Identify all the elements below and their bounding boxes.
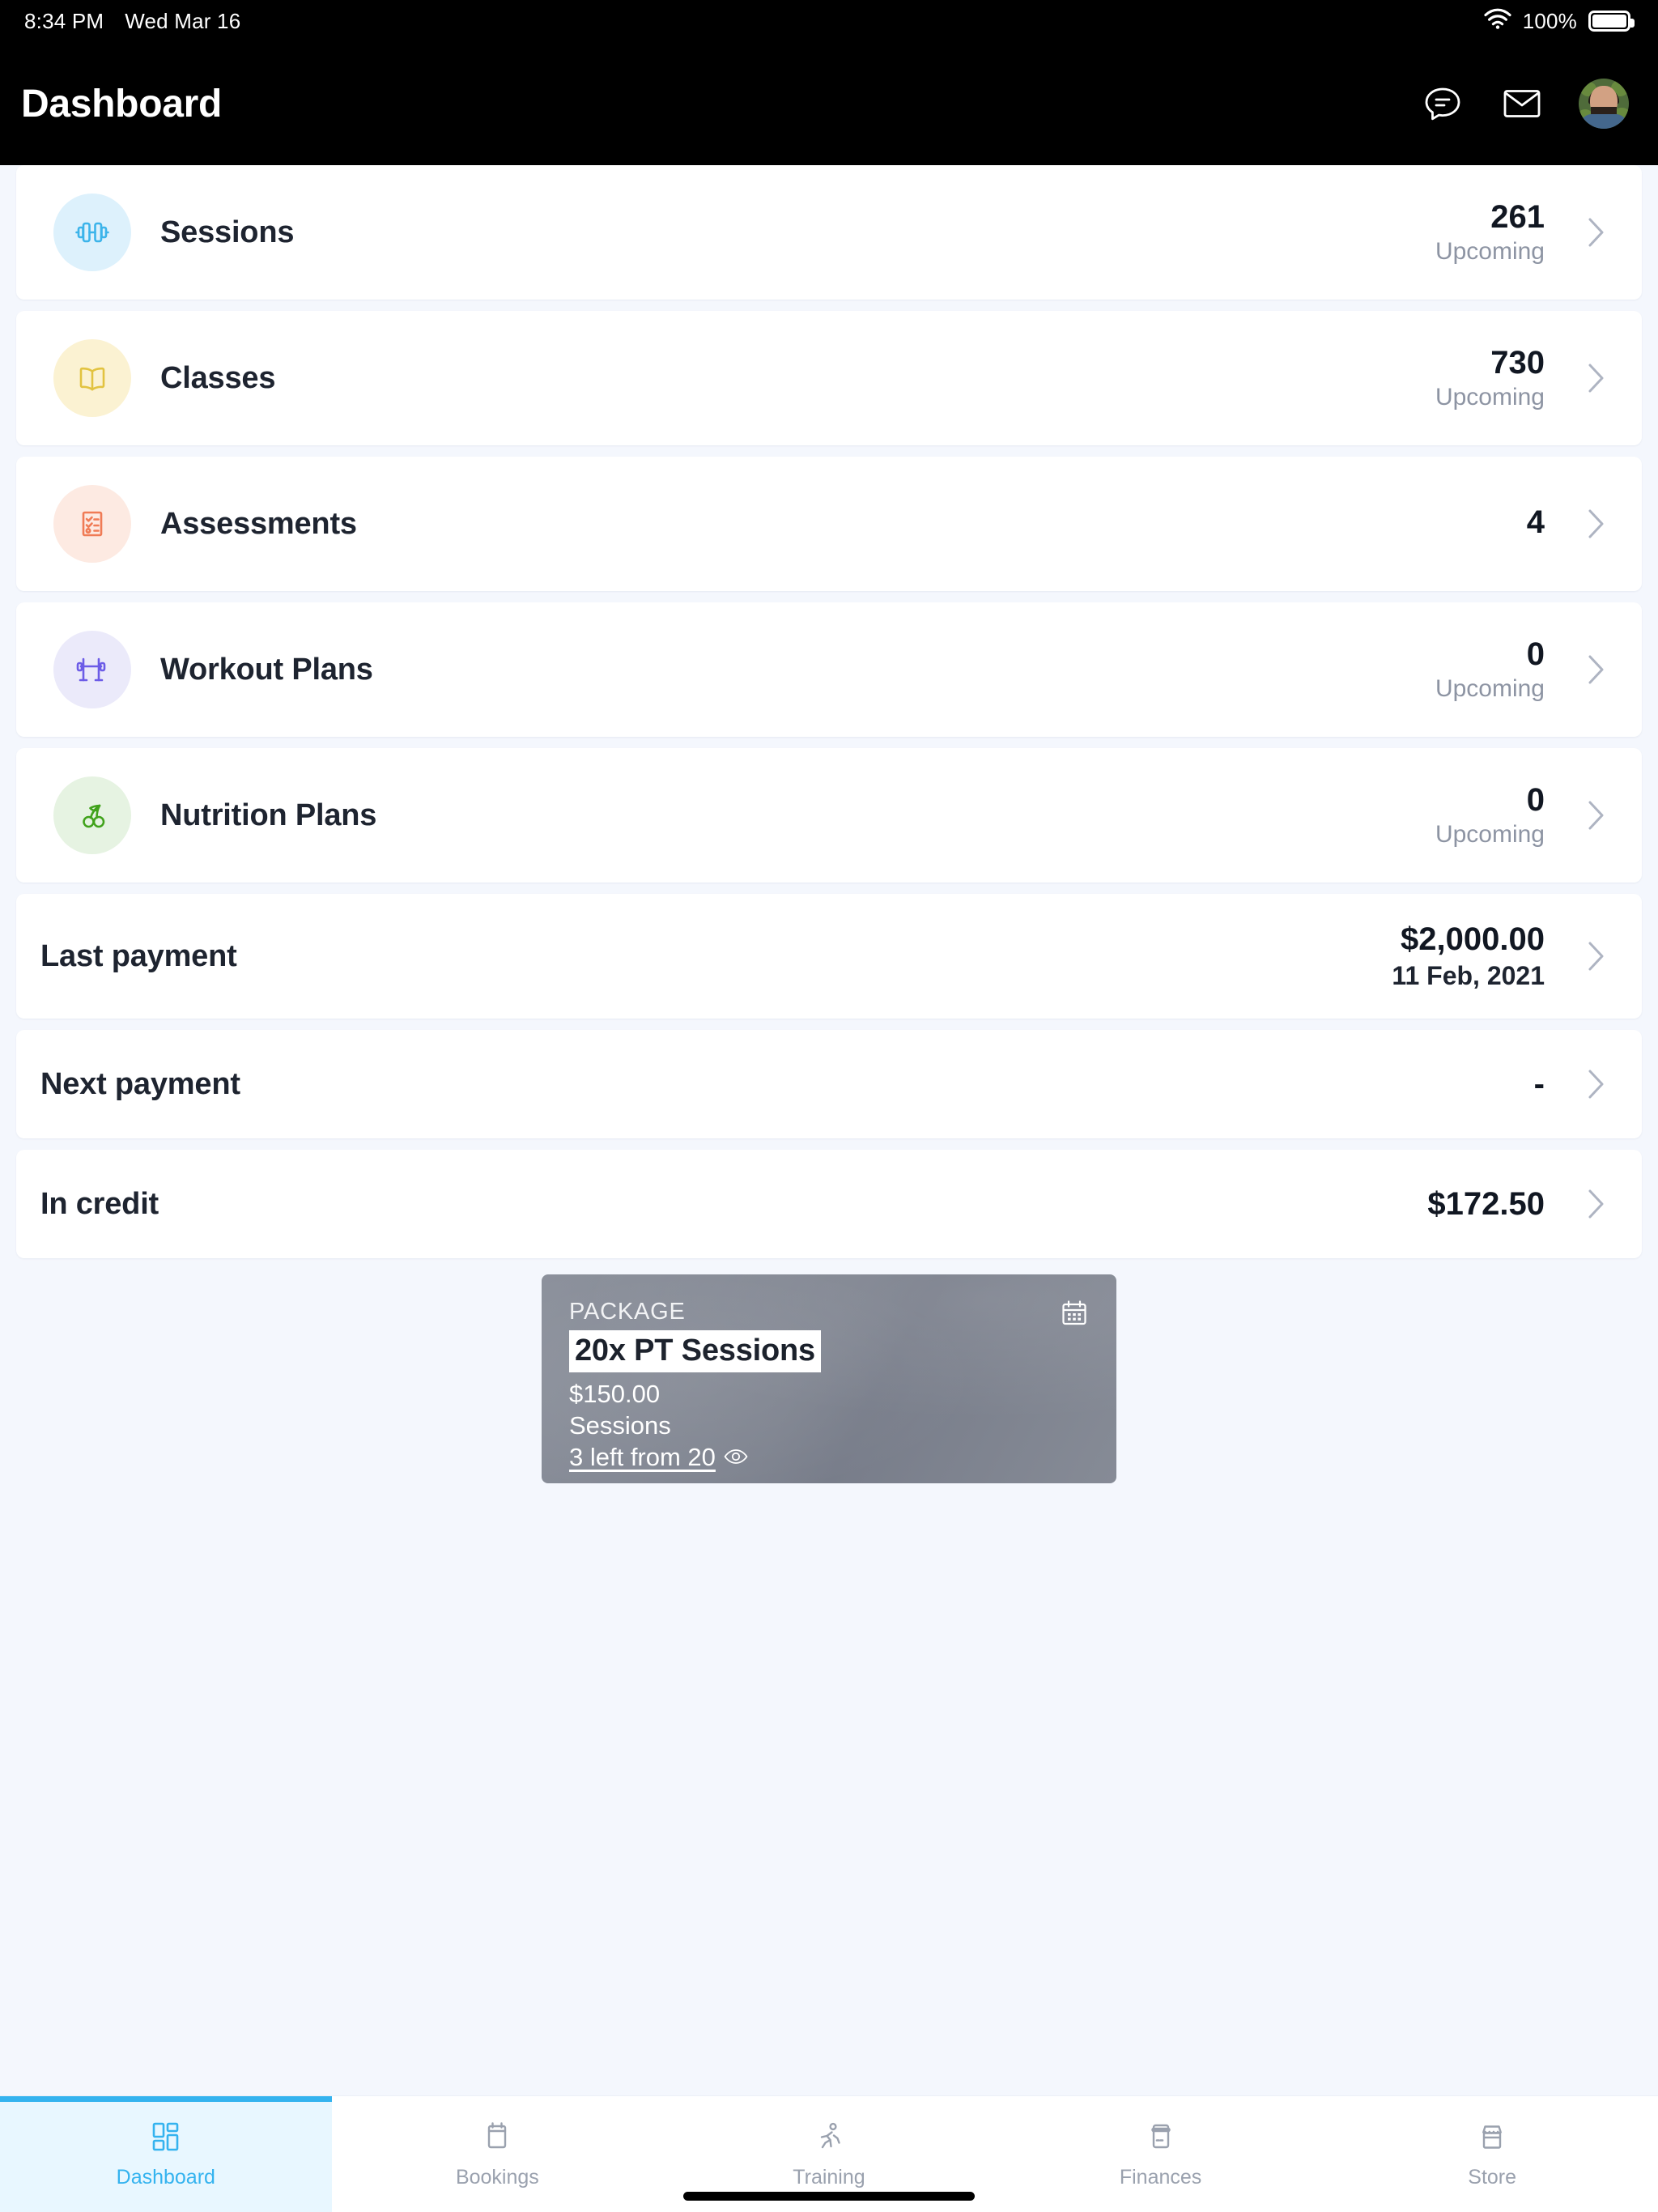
tab-bookings[interactable]: Bookings <box>332 2096 664 2212</box>
chevron-right-icon <box>1579 363 1614 393</box>
credit-card-icon <box>1144 2120 1178 2158</box>
status-date: Wed Mar 16 <box>125 8 241 33</box>
package-price: $150.00 <box>569 1380 661 1408</box>
payment-label: Last payment <box>40 938 237 973</box>
stat-values: 730 Upcoming <box>1435 345 1545 412</box>
calendar-icon <box>1060 1299 1089 1332</box>
stat-label: Nutrition Plans <box>160 798 377 832</box>
payment-value: $2,000.00 <box>1401 921 1545 958</box>
stat-sublabel: Upcoming <box>1435 821 1545 849</box>
stat-value: 4 <box>1526 504 1545 540</box>
stat-row-classes[interactable]: Classes 730 Upcoming <box>16 311 1642 445</box>
payment-value: - <box>1533 1066 1545 1102</box>
stat-label: Workout Plans <box>160 652 373 687</box>
battery-full-icon <box>1588 11 1635 32</box>
wifi-icon <box>1484 8 1511 35</box>
stat-values: 261 Upcoming <box>1435 199 1545 266</box>
tab-dashboard[interactable]: Dashboard <box>0 2096 332 2212</box>
stat-values: 0 Upcoming <box>1435 636 1545 704</box>
dumbbell-icon <box>53 194 131 271</box>
page-title: Dashboard <box>21 82 223 125</box>
stat-value: 730 <box>1490 344 1545 381</box>
chat-bubble-icon[interactable] <box>1420 81 1465 126</box>
chevron-right-icon <box>1579 508 1614 539</box>
payment-right: $172.50 <box>1427 1186 1614 1223</box>
dashboard-list: Sessions 261 Upcoming Classes 730 Upcomi… <box>0 165 1658 1270</box>
package-card-area: PACKAGE 20x PT Sessions $150.00 Sessions… <box>0 1274 1658 1483</box>
envelope-icon[interactable] <box>1499 81 1545 126</box>
tab-label: Dashboard <box>116 2165 215 2189</box>
tab-label: Store <box>1468 2165 1517 2189</box>
payment-values: - <box>1448 1066 1545 1103</box>
stat-sublabel: Upcoming <box>1435 675 1545 703</box>
barbell-rack-icon <box>53 631 131 708</box>
status-bar-left: 8:34 PM Wed Mar 16 <box>24 9 240 34</box>
stat-label: Classes <box>160 360 276 395</box>
eye-icon <box>724 1443 748 1472</box>
tab-finances[interactable]: Finances <box>995 2096 1327 2212</box>
stat-right: 261 Upcoming <box>1435 199 1614 266</box>
chevron-right-icon <box>1579 654 1614 685</box>
cherries-icon <box>53 776 131 854</box>
chevron-right-icon <box>1579 800 1614 831</box>
stat-row-assessments[interactable]: Assessments 4 <box>16 457 1642 591</box>
chevron-right-icon <box>1579 217 1614 248</box>
payment-row-next[interactable]: Next payment - <box>16 1030 1642 1138</box>
payment-label: Next payment <box>40 1066 240 1101</box>
payment-row-credit[interactable]: In credit $172.50 <box>16 1150 1642 1258</box>
stat-row-nutrition-plans[interactable]: Nutrition Plans 0 Upcoming <box>16 748 1642 883</box>
stat-right: 4 <box>1448 504 1614 544</box>
header-actions <box>1420 79 1629 129</box>
stat-row-sessions[interactable]: Sessions 261 Upcoming <box>16 165 1642 300</box>
stat-values: 0 Upcoming <box>1435 782 1545 849</box>
status-bar-right: 100% <box>1484 8 1635 35</box>
stat-sublabel: Upcoming <box>1435 238 1545 266</box>
stat-value: 261 <box>1490 198 1545 235</box>
storefront-icon <box>1475 2120 1509 2158</box>
tab-label: Finances <box>1119 2165 1202 2189</box>
package-kicker: PACKAGE <box>569 1299 686 1325</box>
checklist-icon <box>53 485 131 563</box>
stat-right: 0 Upcoming <box>1435 636 1614 704</box>
chevron-right-icon <box>1579 1189 1614 1219</box>
payment-right: - <box>1448 1066 1614 1103</box>
status-time: 8:34 PM <box>24 8 104 33</box>
payment-row-last[interactable]: Last payment $2,000.00 11 Feb, 2021 <box>16 894 1642 1019</box>
stat-values: 4 <box>1448 504 1545 544</box>
tab-label: Bookings <box>455 2165 539 2189</box>
package-name: 20x PT Sessions <box>569 1330 821 1372</box>
package-card[interactable]: PACKAGE 20x PT Sessions $150.00 Sessions… <box>542 1274 1116 1483</box>
tab-label: Training <box>793 2165 865 2189</box>
stat-right: 730 Upcoming <box>1435 345 1614 412</box>
open-book-icon <box>53 339 131 417</box>
stat-value: 0 <box>1526 781 1545 818</box>
stat-value: 0 <box>1526 636 1545 672</box>
tab-store[interactable]: Store <box>1326 2096 1658 2212</box>
stat-row-workout-plans[interactable]: Workout Plans 0 Upcoming <box>16 602 1642 737</box>
battery-percent: 100% <box>1522 8 1577 33</box>
stat-label: Assessments <box>160 506 357 541</box>
chevron-right-icon <box>1579 1069 1614 1100</box>
payment-values: $2,000.00 11 Feb, 2021 <box>1392 921 1545 991</box>
package-type: Sessions <box>569 1411 671 1440</box>
payment-value: $172.50 <box>1427 1185 1545 1222</box>
package-remaining-link[interactable]: 3 left from 20 <box>569 1443 748 1472</box>
status-bar: 8:34 PM Wed Mar 16 100% <box>0 0 1658 42</box>
stat-label: Sessions <box>160 215 295 249</box>
payment-date: 11 Feb, 2021 <box>1392 960 1545 990</box>
chevron-right-icon <box>1579 941 1614 972</box>
app-header: Dashboard <box>0 42 1658 165</box>
stat-sublabel: Upcoming <box>1435 384 1545 411</box>
stat-right: 0 Upcoming <box>1435 782 1614 849</box>
payment-right: $2,000.00 11 Feb, 2021 <box>1392 921 1614 991</box>
calendar-bookings-icon <box>480 2120 514 2158</box>
grid-dashboard-icon <box>149 2120 183 2158</box>
payment-label: In credit <box>40 1186 159 1221</box>
dashboard-screen: 8:34 PM Wed Mar 16 100% Dashboard Sessio… <box>0 0 1658 2212</box>
home-indicator <box>683 2192 975 2201</box>
package-remaining-text: 3 left from 20 <box>569 1443 716 1471</box>
running-person-icon <box>812 2120 846 2158</box>
payment-values: $172.50 <box>1427 1186 1545 1223</box>
avatar[interactable] <box>1579 79 1629 129</box>
